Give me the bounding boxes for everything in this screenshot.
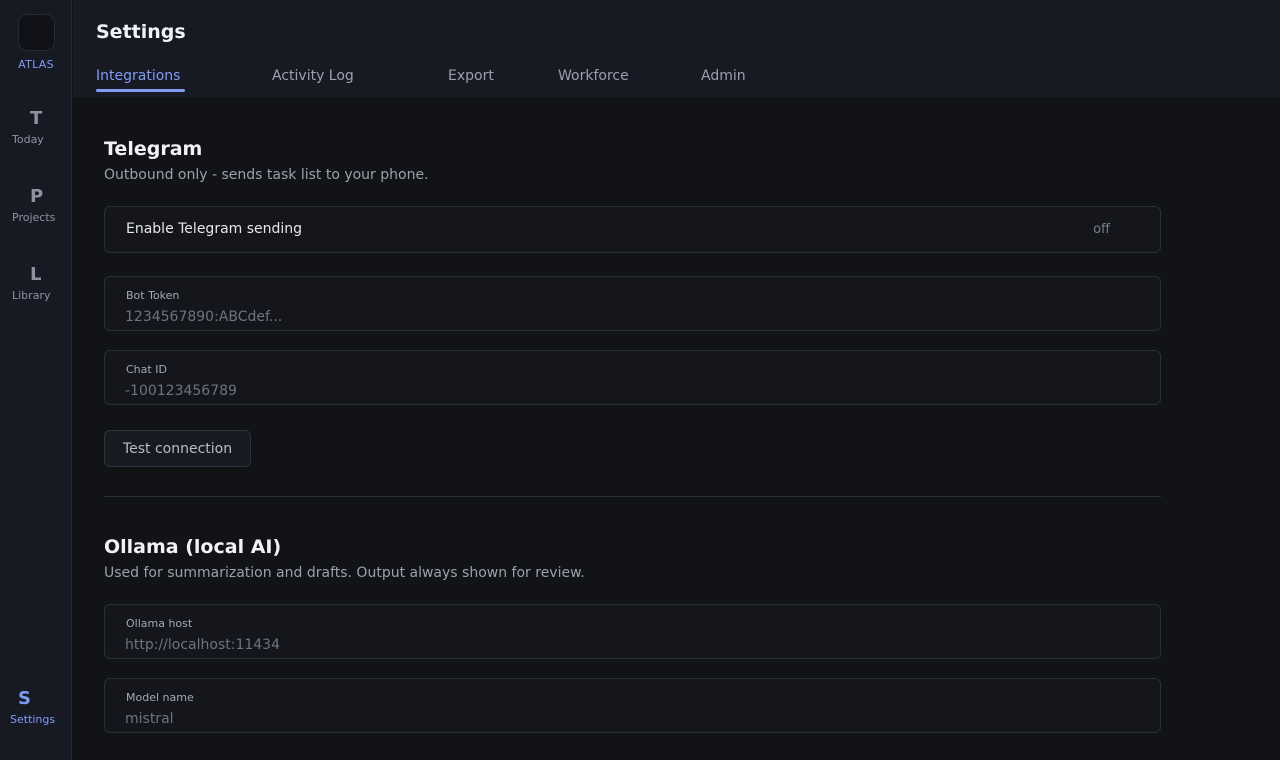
model-name-field: Model name	[104, 678, 1161, 733]
projects-icon: P	[30, 186, 44, 207]
sidebar-item-library[interactable]: L Library	[0, 264, 72, 306]
bot-token-field: Bot Token	[104, 276, 1161, 331]
model-name-input[interactable]	[125, 709, 1135, 729]
sidebar-item-projects[interactable]: P Projects	[0, 186, 72, 228]
library-icon: L	[30, 264, 42, 285]
ollama-section-description: Used for summarization and drafts. Outpu…	[104, 565, 585, 581]
tab-integrations[interactable]: Integrations	[96, 68, 180, 84]
sidebar: ATLAS T Today P Projects L Library S Set…	[0, 0, 72, 760]
tab-workforce[interactable]: Workforce	[558, 68, 629, 84]
sidebar-item-today[interactable]: T Today	[0, 108, 72, 150]
toggle-label: Enable Telegram sending	[126, 221, 303, 237]
ollama-host-input[interactable]	[125, 635, 1135, 655]
telegram-enable-toggle[interactable]: Enable Telegram sending off	[104, 206, 1161, 253]
sidebar-item-label: Settings	[10, 713, 56, 726]
sidebar-item-settings[interactable]: S Settings	[0, 688, 72, 730]
tab-export[interactable]: Export	[448, 68, 494, 84]
app-name: ATLAS	[18, 58, 54, 71]
sidebar-item-label: Today	[12, 133, 44, 146]
active-tab-indicator	[96, 89, 185, 92]
ollama-host-field: Ollama host	[104, 604, 1161, 659]
chat-id-field: Chat ID	[104, 350, 1161, 405]
settings-icon: S	[18, 688, 31, 709]
ollama-host-label: Ollama host	[126, 617, 193, 630]
telegram-section-title: Telegram	[104, 138, 203, 160]
tab-admin[interactable]: Admin	[701, 68, 746, 84]
chat-id-input[interactable]	[125, 381, 1135, 401]
tab-activity-log[interactable]: Activity Log	[272, 68, 354, 84]
bot-token-label: Bot Token	[126, 289, 180, 302]
sidebar-item-label: Projects	[12, 211, 56, 224]
bot-token-input[interactable]	[125, 307, 1135, 327]
ollama-section-title: Ollama (local AI)	[104, 536, 282, 558]
header: Settings Integrations Activity Log Expor…	[73, 0, 1280, 97]
page-title: Settings	[96, 21, 186, 43]
sidebar-item-label: Library	[12, 289, 51, 302]
today-icon: T	[30, 108, 43, 129]
section-divider	[104, 496, 1161, 497]
test-connection-button[interactable]: Test connection	[104, 430, 251, 467]
telegram-section-description: Outbound only - sends task list to your …	[104, 167, 429, 183]
chat-id-label: Chat ID	[126, 363, 167, 376]
model-name-label: Model name	[126, 691, 194, 704]
app-logo[interactable]	[18, 14, 55, 51]
toggle-state: off	[1093, 222, 1110, 237]
